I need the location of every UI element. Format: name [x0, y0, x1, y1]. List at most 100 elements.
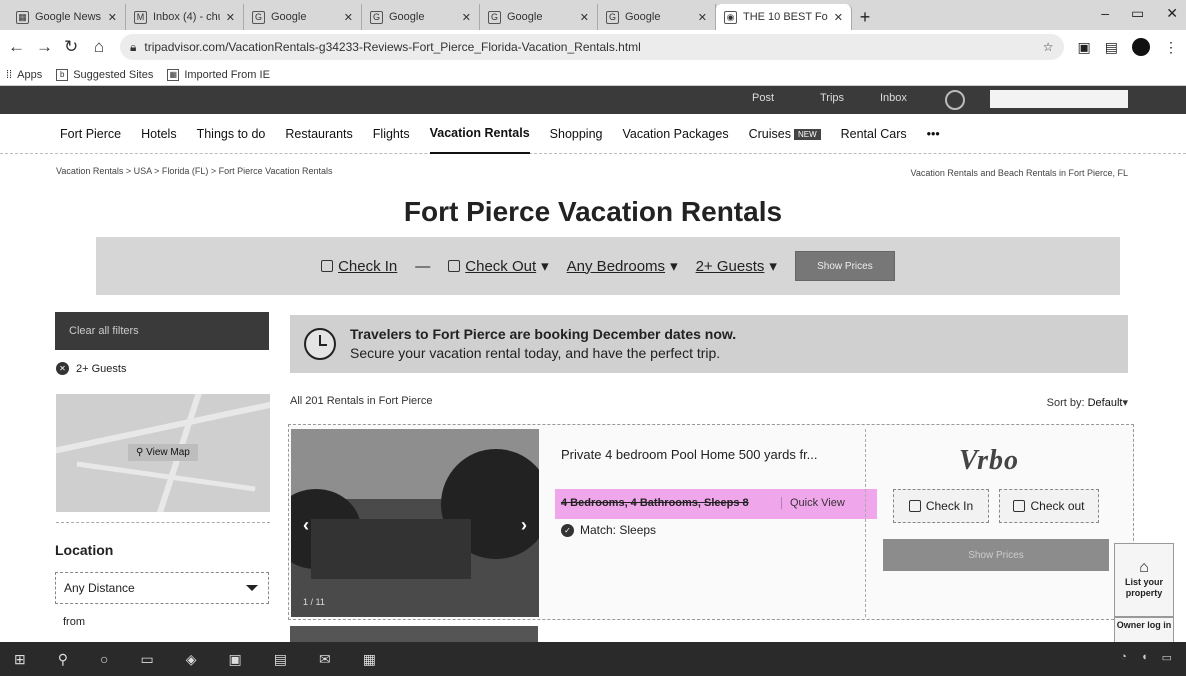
show-prices-button[interactable]: Show Prices	[794, 251, 895, 281]
network-icon[interactable]: ◔	[1120, 651, 1127, 664]
view-map-button[interactable]: ⚲ View Map	[128, 444, 198, 461]
clear-all-filters-button[interactable]: Clear all filters	[55, 312, 269, 350]
nav-cruises[interactable]: Cruises NEW	[749, 115, 821, 153]
browser-tab[interactable]: G Google ✕	[244, 4, 362, 30]
browser-tab[interactable]: G Google ✕	[480, 4, 598, 30]
menu-icon[interactable]: ⋮	[1164, 39, 1178, 56]
prev-photo-icon[interactable]: ‹	[303, 515, 309, 536]
browser-tab[interactable]: MInbox (4) - chuck✕	[126, 4, 244, 30]
nav-shopping[interactable]: Shopping	[550, 115, 603, 153]
browser-tab[interactable]: ▦ Google News ✕	[8, 4, 126, 30]
breadcrumb-heading: Vacation Rentals and Beach Rentals in Fo…	[910, 168, 1128, 178]
maximize-icon[interactable]: ▭	[1131, 5, 1144, 22]
card-check-out-button[interactable]: Check out	[999, 489, 1099, 523]
window-controls: – ▭ ✕	[1101, 5, 1178, 22]
apps-grid-icon: ⁞⁞	[6, 68, 13, 81]
close-icon[interactable]: ✕	[108, 11, 117, 24]
close-window-icon[interactable]: ✕	[1166, 5, 1178, 22]
banner-line-1: Travelers to Fort Pierce are booking Dec…	[350, 326, 737, 342]
nav-hotels[interactable]: Hotels	[141, 115, 176, 153]
header-link-inbox[interactable]: Inbox	[880, 92, 907, 104]
quick-view-link[interactable]: Quick View	[781, 497, 845, 509]
minimize-icon[interactable]: –	[1101, 5, 1109, 22]
guests-dropdown[interactable]: 2+ Guests ▾	[696, 257, 777, 276]
browser-tab-active[interactable]: ◉THE 10 BEST Fort (✕	[716, 4, 852, 30]
close-icon[interactable]: ✕	[226, 11, 235, 24]
bedrooms-dropdown[interactable]: Any Bedrooms ▾	[567, 257, 678, 276]
extension-icon[interactable]: ▣	[1078, 39, 1091, 56]
page-title: Fort Pierce Vacation Rentals	[403, 196, 783, 227]
house-icon: ⌂	[1139, 558, 1149, 576]
check-in-picker[interactable]: Check In	[321, 258, 397, 275]
new-tab-button[interactable]: +	[852, 4, 878, 30]
nav-things-to-do[interactable]: Things to do	[197, 115, 266, 153]
vrbo-logo: Vrbo	[959, 445, 1020, 476]
card-check-in-button[interactable]: Check In	[893, 489, 989, 523]
nav-flights[interactable]: Flights	[373, 115, 410, 153]
next-photo-icon[interactable]: ›	[521, 515, 527, 536]
close-icon[interactable]: ✕	[580, 11, 589, 24]
map-thumbnail[interactable]: ⚲ View Map	[56, 394, 270, 512]
close-icon[interactable]: ✕	[698, 11, 707, 24]
remove-filter-icon: ✕	[56, 362, 69, 375]
back-icon[interactable]: ←	[8, 37, 25, 57]
volume-icon[interactable]: ◖	[1141, 651, 1148, 664]
nav-vacation-rentals[interactable]: Vacation Rentals	[429, 114, 530, 154]
card-show-prices-button[interactable]: Show Prices	[883, 539, 1109, 571]
main-nav: Fort Pierce Hotels Things to do Restaura…	[0, 114, 1186, 154]
header-link-post[interactable]: Post	[752, 92, 774, 104]
listing-title[interactable]: Private 4 bedroom Pool Home 500 yards fr…	[561, 447, 818, 462]
bookmark-suggested-sites[interactable]: b Suggested Sites	[56, 68, 153, 81]
bookmark-icon: b	[56, 68, 69, 81]
nav-more[interactable]: •••	[927, 115, 940, 153]
distance-dropdown[interactable]: Any Distance	[55, 572, 269, 604]
cortana-icon[interactable]: ○	[100, 651, 108, 667]
nav-fort-pierce[interactable]: Fort Pierce	[60, 115, 121, 153]
mail-app-icon[interactable]: ✉	[319, 651, 331, 668]
forward-icon[interactable]: →	[36, 37, 53, 57]
nav-restaurants[interactable]: Restaurants	[285, 115, 352, 153]
star-icon[interactable]: ☆	[1043, 40, 1054, 54]
notifications-icon[interactable]: ▭	[1162, 651, 1172, 664]
active-guest-filter[interactable]: ✕ 2+ Guests	[56, 362, 126, 375]
url-text: tripadvisor.com/VacationRentals-g34233-R…	[144, 40, 641, 54]
browser-tab[interactable]: G Google ✕	[362, 4, 480, 30]
profile-avatar[interactable]	[1132, 38, 1150, 56]
store-icon[interactable]: ◈	[186, 651, 197, 668]
reload-icon[interactable]: ↻	[64, 37, 78, 57]
nav-vacation-packages[interactable]: Vacation Packages	[622, 115, 728, 153]
search-icon[interactable]: ⚲	[58, 651, 68, 668]
listing-card[interactable]: ‹ › 1 / 11 Private 4 bedroom Pool Home 5…	[288, 424, 1134, 620]
address-bar[interactable]: 🔒︎ tripadvisor.com/VacationRentals-g3423…	[120, 34, 1064, 60]
calendar-icon	[908, 500, 921, 512]
reading-list-icon[interactable]: ▤	[1105, 39, 1118, 56]
extension-icons: ▣ ▤ ⋮	[1078, 38, 1178, 56]
banner-line-2: Secure your vacation rental today, and h…	[350, 345, 721, 361]
close-icon[interactable]: ✕	[344, 11, 353, 24]
breadcrumb[interactable]: Vacation Rentals > USA > Florida (FL) > …	[56, 166, 333, 176]
browser-app-icon[interactable]: ▣	[228, 651, 241, 668]
site-search-input[interactable]	[990, 90, 1128, 108]
list-property-button[interactable]: ⌂ List your property	[1114, 543, 1174, 617]
windows-start-icon[interactable]: ⊞	[14, 651, 26, 668]
close-icon[interactable]: ✕	[834, 11, 843, 24]
task-view-icon[interactable]: ▭	[140, 651, 153, 668]
bookmark-imported-ie[interactable]: ▦ Imported From IE	[167, 68, 270, 81]
globe-icon[interactable]	[945, 90, 965, 110]
sort-dropdown[interactable]: Sort by: Default▾	[1047, 396, 1128, 409]
owner-login-button[interactable]: Owner log in	[1114, 617, 1174, 643]
listing-photo[interactable]: ‹ › 1 / 11	[291, 429, 539, 617]
nav-rental-cars[interactable]: Rental Cars	[841, 115, 907, 153]
file-explorer-icon[interactable]: ▤	[274, 651, 287, 668]
match-indicator: ✓ Match: Sleeps	[561, 523, 656, 537]
browser-tab[interactable]: G Google ✕	[598, 4, 716, 30]
location-heading: Location	[55, 542, 114, 558]
check-out-picker[interactable]: Check Out ▾	[448, 257, 549, 275]
header-link-trips[interactable]: Trips	[820, 92, 844, 104]
calculator-icon[interactable]: ▦	[363, 651, 376, 668]
bookmark-apps[interactable]: ⁞⁞ Apps	[6, 69, 42, 81]
new-badge: NEW	[793, 128, 821, 140]
browser-toolbar: ← → ↻ ⌂ 🔒︎ tripadvisor.com/VacationRenta…	[0, 30, 1186, 64]
home-icon[interactable]: ⌂	[92, 37, 106, 57]
close-icon[interactable]: ✕	[462, 11, 471, 24]
